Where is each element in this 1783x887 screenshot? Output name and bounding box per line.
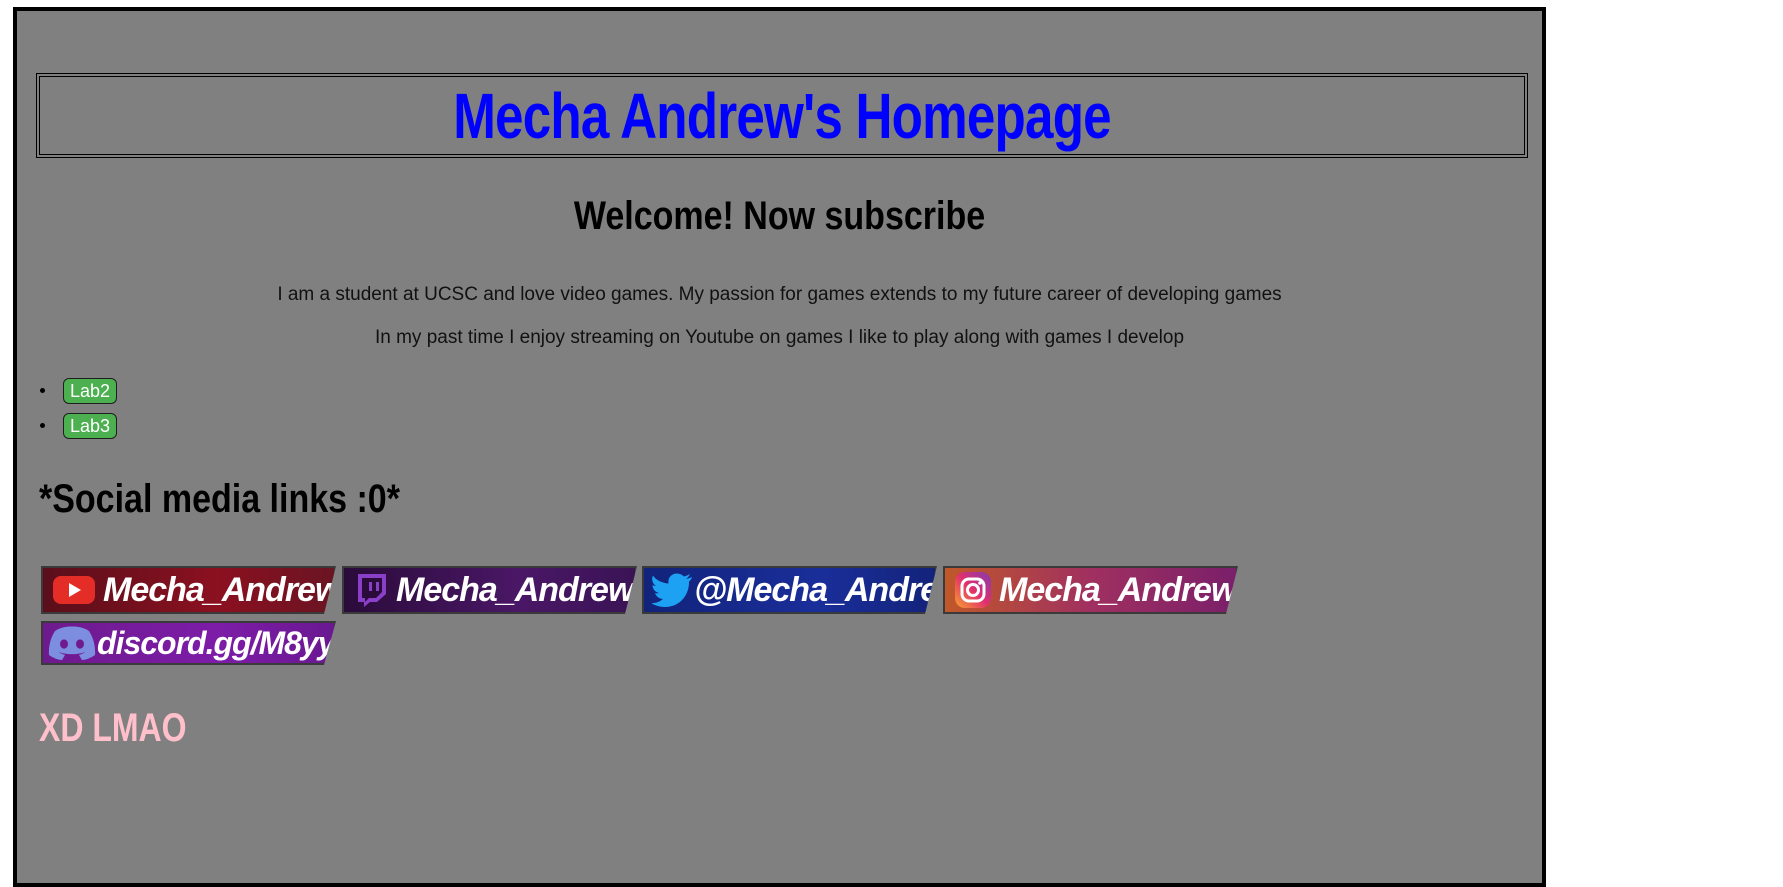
twitch-label: Mecha_Andrew [396,570,634,609]
welcome-heading: Welcome! Now subscribe [573,194,986,238]
youtube-icon [51,573,97,607]
instagram-link[interactable]: Mecha_Andrew [943,566,1238,614]
instagram-icon [953,570,993,610]
hobby-paragraph: In my past time I enjoy streaming on You… [374,327,1185,348]
discord-icon [47,625,97,661]
page-frame: Mecha Andrew's Homepage Welcome! Now sub… [13,7,1546,887]
twitter-link[interactable]: @Mecha_Andrew [642,566,937,614]
lab2-button[interactable]: Lab2 [63,377,118,404]
discord-link[interactable]: discord.gg/M8yyv2k [41,621,336,665]
list-item: Lab3 [37,408,118,443]
twitter-label: @Mecha_Andrew [694,570,937,609]
youtube-label: Mecha_Andrew [103,570,336,609]
intro-paragraph: I am a student at UCSC and love video ga… [277,284,1282,305]
lab-list: Lab2 Lab3 [37,373,118,443]
page-title: Mecha Andrew's Homepage [453,79,1111,152]
bullet-icon [40,423,45,428]
youtube-link[interactable]: Mecha_Andrew [41,566,336,614]
social-heading: *Social media links :0* [39,477,400,521]
title-box: Mecha Andrew's Homepage [36,73,1528,158]
instagram-label: Mecha_Andrew [999,570,1237,609]
twitter-icon [652,572,694,608]
bullet-icon [40,388,45,393]
footer-text: XD LMAO [39,706,187,750]
discord-label: discord.gg/M8yyv2k [97,624,335,661]
twitch-icon [352,571,390,609]
lab3-button[interactable]: Lab3 [63,412,118,439]
list-item: Lab2 [37,373,118,408]
twitch-link[interactable]: Mecha_Andrew [342,566,637,614]
